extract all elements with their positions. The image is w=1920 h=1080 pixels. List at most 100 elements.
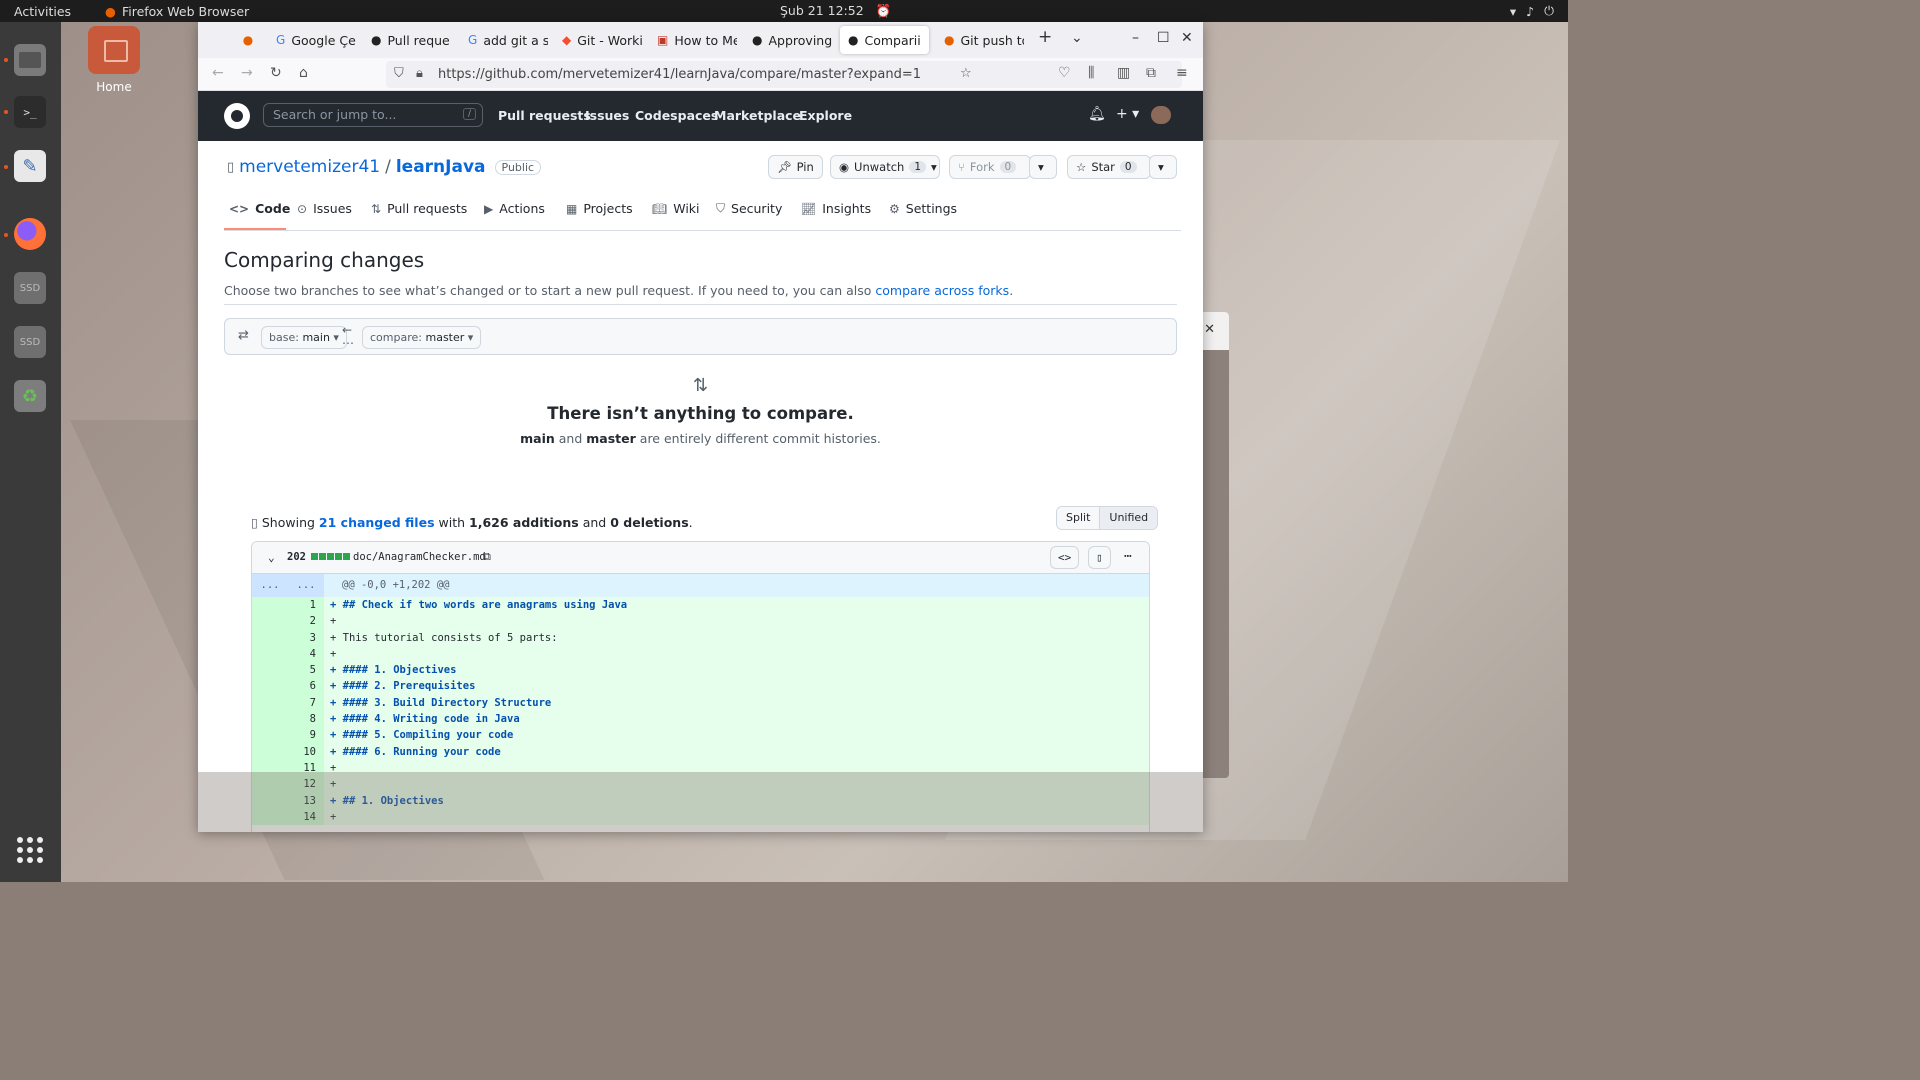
tab-git-push[interactable]: ● Git push to	[936, 26, 1024, 54]
tab-google-translate[interactable]: G Google Çev	[268, 26, 356, 54]
file-name-link[interactable]: doc/AnagramChecker.md	[353, 551, 486, 563]
old-line-number[interactable]	[252, 808, 288, 826]
old-line-number[interactable]	[252, 792, 288, 809]
new-line-number[interactable]: 10	[288, 743, 324, 760]
terminal-icon[interactable]: >_	[14, 96, 46, 128]
new-line-number[interactable]: 1	[288, 597, 324, 614]
chevron-down-icon[interactable]: ⌄	[268, 551, 275, 564]
fork-dropdown-button[interactable]: ▾	[1029, 155, 1057, 179]
clock[interactable]: Şub 21 12:52 ⏰	[780, 3, 891, 19]
library-icon[interactable]: ⫼	[1088, 65, 1094, 81]
text-editor-icon[interactable]: ✎	[14, 150, 46, 182]
new-line-number[interactable]: 13	[288, 792, 324, 809]
list-tabs-icon[interactable]: ⌄	[1071, 30, 1083, 46]
extensions-icon[interactable]: ⧉	[1146, 65, 1156, 81]
show-applications-icon[interactable]	[17, 837, 43, 863]
old-line-number[interactable]	[252, 776, 288, 793]
pin-button[interactable]: 📌︎ Pin	[768, 155, 823, 179]
nav-marketplace[interactable]: Marketplace	[714, 108, 801, 123]
unified-view-button[interactable]: Unified	[1099, 507, 1158, 529]
tab-actions[interactable]: ▶ Actions	[484, 201, 545, 216]
repo-owner-link[interactable]: mervetemizer41	[239, 157, 380, 177]
tab-git-working[interactable]: ◆ Git - Worki	[554, 26, 642, 54]
create-new-plus-icon[interactable]: + ▾	[1116, 106, 1139, 122]
watch-button[interactable]: ◉ Unwatch 1 ▾	[830, 155, 940, 179]
new-line-number[interactable]: 14	[288, 808, 324, 826]
back-icon[interactable]: ←	[212, 65, 224, 81]
nav-explore[interactable]: Explore	[799, 108, 852, 123]
close-icon[interactable]: ✕	[1204, 322, 1215, 337]
old-line-number[interactable]	[252, 597, 288, 614]
notifications-bell-icon[interactable]: 🔔︎	[1088, 106, 1106, 122]
tab-pull-requests[interactable]: ⇅ Pull requests	[371, 201, 467, 216]
new-line-number[interactable]: 7	[288, 694, 324, 712]
new-line-number[interactable]: 4	[288, 645, 324, 663]
tab-issues[interactable]: ⊙ Issues	[297, 201, 352, 216]
tab-insights[interactable]: 📈︎ Insights	[801, 201, 871, 216]
base-branch-select[interactable]: base: main ▾	[261, 326, 347, 349]
sidebar-icon[interactable]: ▥	[1117, 65, 1130, 81]
old-line-number[interactable]	[252, 743, 288, 760]
close-window-icon[interactable]: ✕	[1181, 30, 1193, 46]
display-rich-diff-button[interactable]: ▯	[1088, 546, 1111, 569]
minimize-icon[interactable]: –	[1132, 30, 1139, 46]
tab-code[interactable]: <> Code	[229, 201, 290, 216]
nav-codespaces[interactable]: Codespaces	[635, 108, 718, 123]
split-view-button[interactable]: Split	[1057, 507, 1100, 529]
search-input[interactable]: Search or jump to... /	[263, 103, 483, 127]
compare-branch-select[interactable]: compare: master ▾	[362, 326, 482, 349]
changed-files-link[interactable]: 21 changed files	[319, 515, 435, 530]
new-line-number[interactable]: 12	[288, 776, 324, 793]
ssd-drive-icon[interactable]: SSD	[14, 272, 46, 304]
old-line-number[interactable]	[252, 645, 288, 663]
new-line-number[interactable]: 9	[288, 727, 324, 744]
tab-firefox-home[interactable]: ●	[234, 26, 262, 54]
new-tab-icon[interactable]: +	[1038, 27, 1052, 47]
avatar[interactable]	[1151, 106, 1171, 124]
star-button[interactable]: ☆ Star 0	[1067, 155, 1151, 179]
old-line-number[interactable]	[252, 678, 288, 695]
expand-right[interactable]: ...	[288, 574, 324, 597]
tab-projects[interactable]: ▦ Projects	[566, 201, 633, 216]
bookmark-star-icon[interactable]: ☆	[960, 66, 972, 81]
new-line-number[interactable]: 8	[288, 711, 324, 728]
tab-wiki[interactable]: 📖︎ Wiki	[652, 201, 700, 216]
expand-left[interactable]: ...	[252, 574, 288, 597]
tab-add-git[interactable]: Gadd git a si	[460, 26, 548, 54]
new-line-number[interactable]: 6	[288, 678, 324, 695]
system-tray[interactable]: ▾ ♪ ⏻	[1510, 3, 1554, 19]
tab-pull-requests[interactable]: ● Pull reque	[363, 26, 451, 54]
shield-icon[interactable]: ⛉	[394, 66, 404, 81]
kebab-menu-icon[interactable]: ⋯	[1124, 549, 1132, 564]
tab-approving[interactable]: ● Approving	[744, 26, 832, 54]
trash-icon[interactable]: ♻	[14, 380, 46, 412]
github-logo-icon[interactable]	[224, 103, 250, 129]
new-line-number[interactable]: 3	[288, 629, 324, 646]
old-line-number[interactable]	[252, 759, 288, 777]
new-line-number[interactable]: 11	[288, 759, 324, 777]
lock-icon[interactable]: 🔒︎	[416, 66, 423, 81]
old-line-number[interactable]	[252, 629, 288, 646]
active-app-menu[interactable]: ● Firefox Web Browser	[105, 4, 249, 19]
old-line-number[interactable]	[252, 711, 288, 728]
tab-settings[interactable]: ⚙ Settings	[889, 201, 957, 216]
old-line-number[interactable]	[252, 662, 288, 679]
forward-icon[interactable]: →	[241, 65, 253, 81]
star-dropdown-button[interactable]: ▾	[1149, 155, 1177, 179]
home-icon[interactable]: ⌂	[299, 65, 308, 81]
display-source-diff-button[interactable]: <>	[1050, 546, 1080, 569]
menu-icon[interactable]: ≡	[1176, 65, 1188, 81]
reload-icon[interactable]: ↻	[270, 65, 282, 81]
ssd-drive-icon[interactable]: SSD	[14, 326, 46, 358]
tab-comparing-active[interactable]: ●Comparii✕	[840, 26, 929, 54]
nav-issues[interactable]: Issues	[585, 108, 629, 123]
hunk-header[interactable]: ... ... @@ -0,0 +1,202 @@	[252, 574, 1149, 597]
nav-pull-requests[interactable]: Pull requests	[498, 108, 591, 123]
firefox-dock-icon[interactable]	[14, 218, 46, 250]
old-line-number[interactable]	[252, 694, 288, 712]
fork-button[interactable]: ⑂ Fork 0	[949, 155, 1031, 179]
tab-how-to[interactable]: ▣ How to Me	[649, 26, 737, 54]
new-line-number[interactable]: 5	[288, 662, 324, 679]
home-folder-icon[interactable]: Home	[87, 26, 141, 102]
old-line-number[interactable]	[252, 613, 288, 630]
